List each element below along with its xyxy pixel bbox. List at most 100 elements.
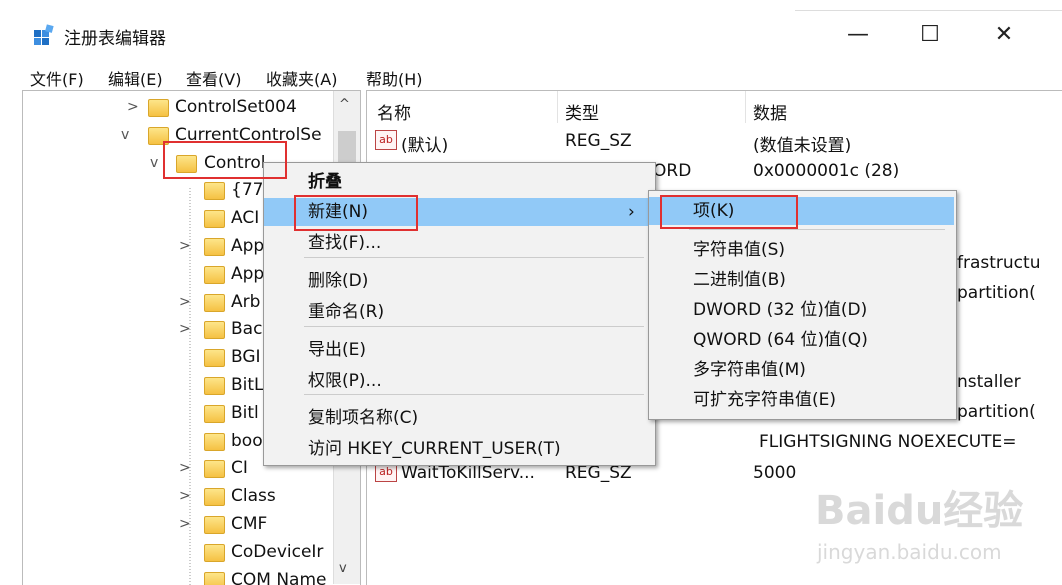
column-header-name[interactable]: 名称 — [377, 99, 411, 124]
value-data: 0x0000001c (28) — [753, 161, 900, 181]
chevron-right-icon[interactable]: > — [179, 460, 191, 476]
tree-item-label[interactable]: boo — [231, 428, 263, 455]
value-data: nstaller — [957, 372, 1021, 392]
tree-item-label[interactable]: COM Name — [231, 567, 326, 585]
folder-icon — [204, 404, 225, 423]
value-data: frastructu — [957, 253, 1041, 273]
menu-file[interactable]: 文件(F) — [30, 66, 84, 90]
annotation-box-new — [294, 195, 418, 231]
tree-item-label[interactable]: ACI — [231, 205, 259, 232]
annotation-box-control — [163, 141, 287, 179]
tree-item-label[interactable]: App — [231, 233, 264, 260]
submenu-item[interactable]: 可扩充字符串值(E) — [649, 386, 954, 414]
folder-icon — [204, 210, 225, 229]
context-menu-item-label: 重命名(R) — [308, 302, 385, 322]
folder-icon — [204, 432, 225, 451]
tree-item-label[interactable]: Bac — [231, 316, 262, 343]
submenu-item[interactable]: QWORD (64 位)值(Q) — [649, 326, 954, 354]
submenu-item-label: 字符串值(S) — [693, 240, 786, 260]
context-menu-item[interactable]: 删除(D) — [264, 267, 653, 295]
column-divider — [745, 91, 746, 123]
menu-separator — [304, 257, 644, 258]
value-type: REG_SZ — [565, 463, 632, 483]
menu-separator — [304, 394, 644, 395]
chevron-right-icon[interactable]: > — [179, 488, 191, 504]
value-name[interactable]: WaitToKillServ... — [401, 463, 535, 483]
folder-icon — [204, 488, 225, 507]
value-data: partition( — [957, 402, 1036, 422]
tree-item-label[interactable]: CoDeviceIr — [231, 539, 323, 566]
folder-icon — [204, 265, 225, 284]
context-menu-item[interactable]: 导出(E) — [264, 336, 653, 364]
tree-item-label[interactable]: BGI — [231, 344, 261, 371]
tree-item-label[interactable]: Arb — [231, 289, 260, 316]
context-menu-item[interactable]: 折叠 — [264, 168, 653, 196]
tree-item-label[interactable]: CMF — [231, 511, 267, 538]
tree-item-label[interactable]: BitL — [231, 372, 264, 399]
value-data: 5000 — [753, 463, 797, 483]
tree-item-label[interactable]: Class — [231, 483, 276, 510]
top-strip — [795, 0, 1062, 11]
chevron-down-icon[interactable]: v — [121, 127, 129, 143]
window-title: 注册表编辑器 — [64, 29, 166, 49]
value-data: partition( — [957, 283, 1036, 303]
column-divider — [557, 91, 558, 123]
folder-icon — [204, 377, 225, 395]
chevron-right-icon[interactable]: > — [179, 516, 191, 532]
scroll-up-icon[interactable]: ^ — [339, 97, 350, 112]
context-menu-item[interactable]: 权限(P)... — [264, 367, 653, 395]
submenu-item-label: 可扩充字符串值(E) — [693, 390, 837, 410]
context-menu-item[interactable]: 访问 HKEY_CURRENT_USER(T) — [264, 435, 653, 463]
column-header-type[interactable]: 类型 — [565, 99, 599, 124]
maximize-button[interactable]: ☐ — [910, 20, 950, 50]
chevron-right-icon[interactable]: > — [179, 294, 191, 310]
watermark-logo: Baidu经验 — [815, 488, 1024, 534]
watermark-url: jingyan.baidu.com — [817, 540, 1002, 564]
menu-view[interactable]: 查看(V) — [186, 66, 241, 90]
scroll-down-icon[interactable]: v — [339, 561, 347, 576]
chevron-right-icon[interactable]: > — [127, 99, 139, 115]
context-menu-item-label: 查找(F)... — [308, 233, 382, 253]
context-menu-item[interactable]: 复制项名称(C) — [264, 404, 653, 432]
context-menu-item-label: 权限(P)... — [308, 371, 382, 391]
submenu-item[interactable]: 字符串值(S) — [649, 236, 954, 264]
tree-item-label[interactable]: ControlSet004 — [175, 94, 297, 121]
submenu-item[interactable]: 二进制值(B) — [649, 266, 954, 294]
chevron-right-icon[interactable]: > — [179, 238, 191, 254]
folder-icon — [204, 182, 225, 201]
menu-separator — [304, 326, 644, 327]
menu-edit[interactable]: 编辑(E) — [108, 66, 163, 90]
folder-icon — [204, 543, 225, 562]
minimize-button[interactable]: — — [838, 20, 878, 50]
chevron-down-icon[interactable]: v — [150, 155, 158, 171]
context-menu-item[interactable]: 查找(F)... — [264, 229, 653, 257]
column-header-data[interactable]: 数据 — [753, 99, 787, 124]
context-menu-item-label: 访问 HKEY_CURRENT_USER(T) — [308, 439, 561, 459]
tree-item-label[interactable]: Bitl — [231, 400, 259, 427]
submenu-item-label: 二进制值(B) — [693, 270, 786, 290]
submenu-item[interactable]: DWORD (32 位)值(D) — [649, 296, 954, 324]
submenu-item-label: QWORD (64 位)值(Q) — [693, 330, 868, 350]
annotation-box-key — [660, 195, 798, 229]
tree-item-label[interactable]: CI — [231, 455, 248, 482]
value-type: ORD — [653, 161, 692, 181]
context-menu-item-label: 折叠 — [308, 172, 342, 192]
folder-icon — [204, 571, 225, 585]
submenu-item[interactable]: 多字符串值(M) — [649, 356, 954, 384]
title-bar: 注册表编辑器 — ☐ ✕ — [0, 0, 1062, 64]
folder-icon — [204, 349, 225, 368]
menu-help[interactable]: 帮助(H) — [366, 66, 423, 90]
chevron-right-icon[interactable]: > — [179, 321, 191, 337]
context-menu-item[interactable]: 重命名(R) — [264, 298, 653, 326]
folder-icon — [204, 238, 225, 256]
folder-icon — [204, 516, 225, 534]
context-menu-item-label: 导出(E) — [308, 340, 367, 360]
folder-icon — [204, 460, 225, 479]
submenu-item-label: DWORD (32 位)值(D) — [693, 300, 868, 320]
close-button[interactable]: ✕ — [984, 20, 1024, 50]
tree-item-label[interactable]: {77 — [231, 177, 263, 204]
value-name[interactable]: (默认) — [401, 131, 448, 156]
tree-item-label[interactable]: App — [231, 261, 264, 288]
menu-favorites[interactable]: 收藏夹(A) — [266, 66, 337, 90]
menu-separator — [689, 229, 945, 230]
